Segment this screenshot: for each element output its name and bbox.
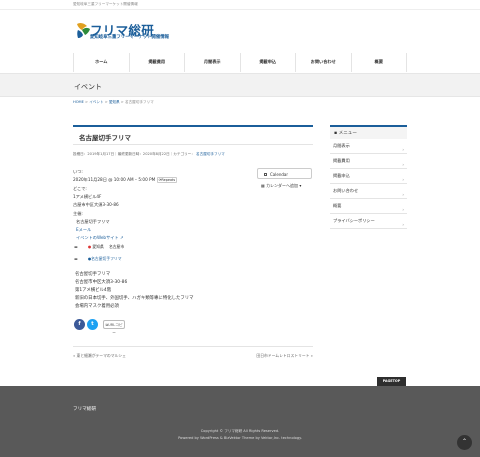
tag-aichi[interactable]: ● 愛知県 — [88, 244, 104, 249]
nav-apply[interactable]: 掲載申込 — [241, 53, 296, 72]
nav-contact[interactable]: お問い合わせ — [296, 53, 352, 72]
breadcrumb-home[interactable]: HOME — [73, 100, 84, 104]
sidebar: ▪ メニュー 月間表示 掲載費用 掲載申込 お問い合わせ 概要 プライバシーポリ… — [330, 125, 407, 229]
event-website-link[interactable]: イベントのWebサイト ↗ — [76, 235, 124, 241]
when-datetime: 2020年11月28日 @ 10:00 AM – 5:00 PM — [73, 177, 156, 182]
repeat-label: Repeats — [161, 178, 176, 182]
event-website-label: イベントのWebサイト — [76, 235, 119, 240]
external-link-icon: ↗ — [119, 235, 124, 240]
sidebar-item-fees[interactable]: 掲載費用 — [330, 154, 407, 169]
sidebar-item-contact[interactable]: お問い合わせ — [330, 184, 407, 199]
entry-title-box: 名古屋切手フリマ — [73, 125, 313, 145]
site-description: 愛知岐阜三重フリーマーケット開催情報 — [73, 2, 138, 6]
sidebar-item-privacy[interactable]: プライバシーポリシー — [330, 214, 407, 229]
footer-site-name[interactable]: フリマ総研 — [73, 406, 96, 412]
sidebar-item-about[interactable]: 概要 — [330, 199, 407, 214]
pagetop-button[interactable]: PAGETOP — [377, 377, 406, 386]
menu-icon: ▪ — [334, 131, 338, 136]
body-line: 新旧の日本切手、外国切手、ハガキ類等專に特化したフリマ — [75, 296, 194, 301]
category-row: ▬ ●名古屋切手フリマ — [74, 256, 122, 262]
page-title: イベント — [74, 83, 102, 91]
twitter-share-icon[interactable]: t — [87, 319, 98, 330]
logo-subtitle: 愛知岐阜三重フリーマーケット開催情報 — [90, 35, 170, 40]
body-line: 名古屋市中区大須3-30-86 — [75, 280, 128, 285]
calendar-button-label: Calendar — [270, 172, 288, 177]
organizer-label: 主催: — [73, 211, 83, 216]
prev-post-link[interactable]: « 東と細瀬がテーマのマルシェ — [73, 353, 126, 359]
tag-row: ▬ ● 愛知県 名古屋市 — [74, 244, 124, 250]
sidebar-item-monthly[interactable]: 月間表示 — [330, 139, 407, 154]
meta-category-link[interactable]: 名古屋切手フリマ — [196, 152, 225, 156]
meta-updated: ｜最終更新日時：2020年8月22日 — [114, 152, 170, 156]
where-line-1: 1アメ横ビル4F — [73, 194, 102, 199]
repeat-tag: ⟳Repeats — [156, 177, 178, 183]
breadcrumb-aichi[interactable]: 愛知県 — [109, 100, 120, 104]
when-label: いつ: — [73, 169, 83, 174]
site-logo[interactable]: フリマ総研 愛知岐阜三重フリーマーケット開催情報 — [75, 19, 169, 43]
calendar-button[interactable]: Calendar — [257, 168, 312, 179]
next-post-link[interactable]: 田日市ドームレトロストリート » — [256, 353, 313, 359]
meta-posted: 投稿日：2019年1月17日 — [73, 152, 115, 156]
body-line: 名古屋切手フリマ — [75, 272, 111, 277]
facebook-share-icon[interactable]: f — [74, 319, 85, 330]
breadcrumb-events[interactable]: イベント — [89, 100, 103, 104]
sidebar-item-apply[interactable]: 掲載申込 — [330, 169, 407, 184]
breadcrumb: HOME > イベント > 愛知県 > 名古屋切手フリマ — [73, 100, 154, 104]
top-bar: 愛知岐阜三重フリーマーケット開催情報 — [0, 0, 480, 10]
caret-down-icon: ▾ — [299, 183, 302, 188]
footer-copyright: Copyright © フリマ総研 All Rights Reserved. — [200, 429, 280, 433]
calendar-icon — [264, 173, 267, 176]
nav-fees[interactable]: 掲載費用 — [130, 53, 185, 72]
organizer-name: 名古屋切手フリマ — [76, 219, 110, 224]
breadcrumb-current: 名古屋切手フリマ — [124, 100, 154, 104]
organizer-email-link[interactable]: Eメール — [76, 227, 91, 233]
footer: フリマ総研 Copyright © フリマ総研 All Rights Reser… — [0, 386, 480, 457]
calendar-add-label: カレンダーへ追加 — [266, 183, 299, 188]
tag-dot-icon: ● — [87, 244, 92, 249]
when-value: 2020年11月28日 @ 10:00 AM – 5:00 PM ⟳Repeat… — [73, 177, 178, 183]
where-label: どこで: — [73, 186, 87, 191]
page-header: イベント — [0, 73, 480, 97]
sidebar-heading-label: メニュー — [338, 131, 357, 136]
body-line: 第1アメ横ビル4階 — [75, 288, 112, 293]
nav-monthly[interactable]: 月間表示 — [185, 53, 241, 72]
calendar-add-icon: ▦ — [261, 183, 265, 188]
entry-meta: 投稿日：2019年1月17日｜最終更新日時：2020年8月22日｜カテゴリー： … — [73, 152, 225, 156]
post-navigation: « 東と細瀬がテーマのマルシェ 田日市ドームレトロストリート » — [73, 346, 313, 358]
nav-about[interactable]: 概要 — [352, 53, 407, 72]
category-tag-label: 名古屋切手フリマ — [91, 256, 122, 261]
global-nav: ホーム 掲載費用 月間表示 掲載申込 お問い合わせ 概要 — [73, 53, 407, 72]
tag-aichi-label: 愛知県 — [92, 244, 104, 249]
meta-category-label: ｜カテゴリー — [169, 152, 192, 156]
folder-icon: ▬ — [74, 244, 78, 249]
nav-home[interactable]: ホーム — [74, 53, 130, 72]
entry-title: 名古屋切手フリマ — [79, 134, 131, 142]
add-to-calendar[interactable]: ▦ カレンダーへ追加 ▾ — [261, 183, 301, 189]
tag-icon: ▬ — [74, 256, 78, 261]
where-line-2: 古屋市中区大須3-30-86 — [73, 202, 119, 207]
body-line: 会場内マスク着用必須 — [75, 304, 119, 309]
copy-url-label: URLコピー — [108, 323, 123, 335]
footer-powered: Powered by WordPress & BizVektor Theme b… — [178, 436, 302, 440]
tag-nagoya[interactable]: 名古屋市 — [109, 244, 124, 249]
scroll-top-icon[interactable]: ⌃ — [457, 435, 472, 450]
sidebar-heading: ▪ メニュー — [330, 125, 407, 139]
copy-url-button[interactable]: ⧉URLコピー — [103, 320, 125, 335]
category-tag-link[interactable]: ●名古屋切手フリマ — [88, 256, 122, 261]
